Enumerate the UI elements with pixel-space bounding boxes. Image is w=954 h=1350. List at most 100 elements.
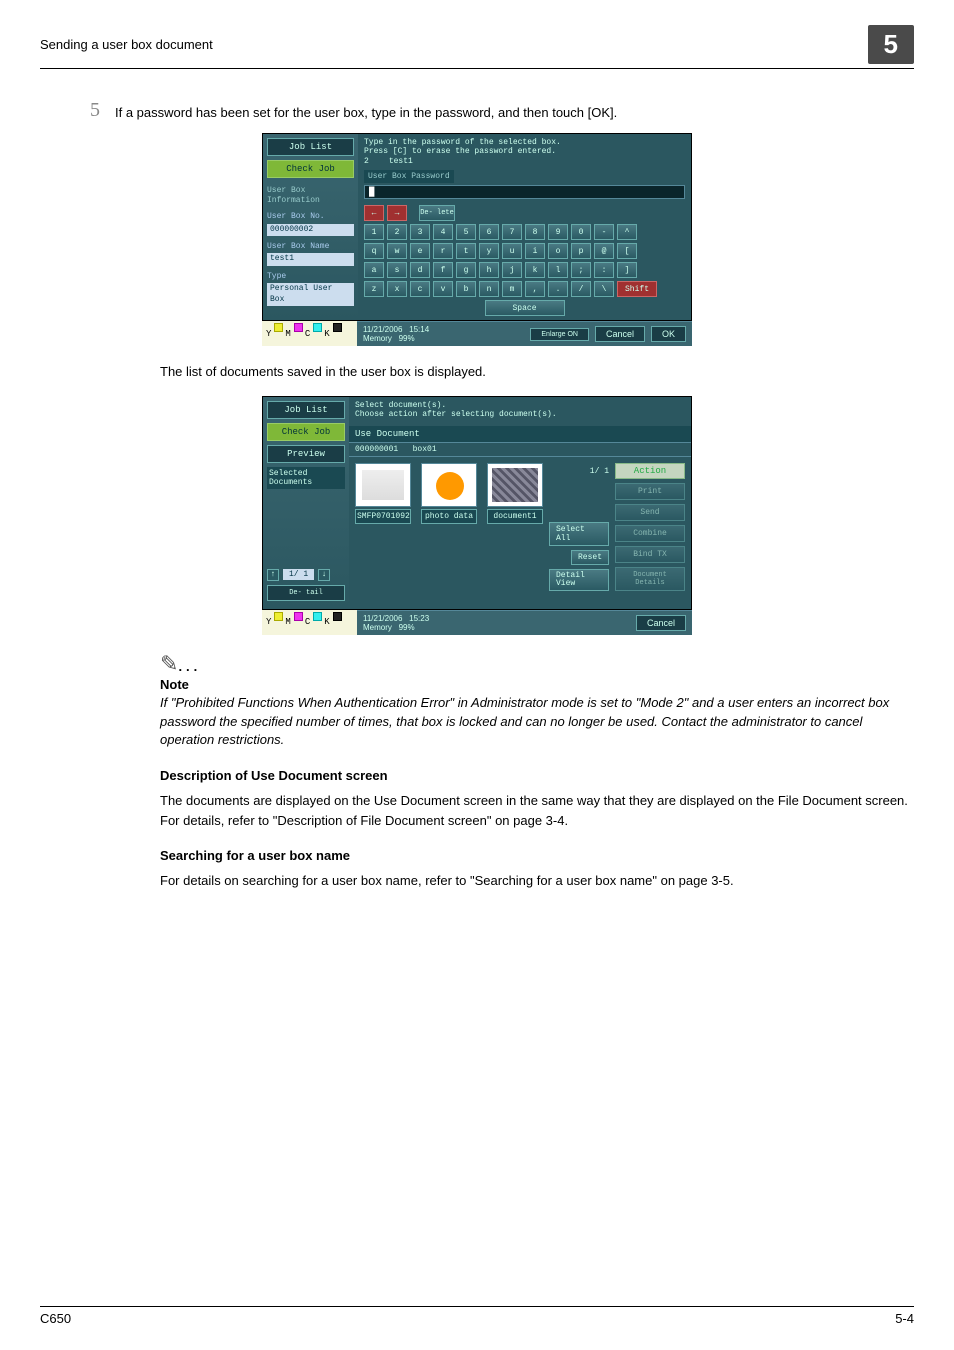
note-icon: ✎ xyxy=(160,651,178,676)
key-at[interactable]: @ xyxy=(594,243,614,259)
select-all-button[interactable]: Select All xyxy=(549,522,609,546)
prompt2-line1: Select document(s). xyxy=(355,401,685,411)
key-g[interactable]: g xyxy=(456,262,476,278)
key-z[interactable]: z xyxy=(364,281,384,297)
screenshot-use-document: Job List Check Job Preview Selected Docu… xyxy=(262,396,692,635)
arrow-left-key[interactable]: ← xyxy=(364,205,384,221)
key-9[interactable]: 9 xyxy=(548,224,568,240)
left-page-indicator: 1/ 1 xyxy=(283,569,314,580)
send-button[interactable]: Send xyxy=(615,504,685,521)
user-box-name-value: test1 xyxy=(267,253,354,265)
key-j[interactable]: j xyxy=(502,262,522,278)
key-e[interactable]: e xyxy=(410,243,430,259)
key-x[interactable]: x xyxy=(387,281,407,297)
key-p[interactable]: p xyxy=(571,243,591,259)
prompt-line1: Type in the password of the selected box… xyxy=(364,138,685,148)
key-u[interactable]: u xyxy=(502,243,522,259)
page-footer: C650 5-4 xyxy=(40,1306,914,1326)
chapter-number: 5 xyxy=(868,25,914,64)
key-y[interactable]: y xyxy=(479,243,499,259)
combine-button[interactable]: Combine xyxy=(615,525,685,542)
cancel-button-2[interactable]: Cancel xyxy=(636,615,686,631)
user-box-no-label: User Box No. xyxy=(267,212,354,222)
key-f[interactable]: f xyxy=(433,262,453,278)
key-a[interactable]: a xyxy=(364,262,384,278)
bind-tx-button[interactable]: Bind TX xyxy=(615,546,685,563)
key-b[interactable]: b xyxy=(456,281,476,297)
key-dash[interactable]: - xyxy=(594,224,614,240)
key-slash[interactable]: / xyxy=(571,281,591,297)
key-w[interactable]: w xyxy=(387,243,407,259)
check-job-button[interactable]: Check Job xyxy=(267,160,354,178)
key-k[interactable]: k xyxy=(525,262,545,278)
page-down-icon[interactable]: ↓ xyxy=(318,569,330,581)
thumbnail-3-image xyxy=(487,463,543,507)
key-h[interactable]: h xyxy=(479,262,499,278)
key-semi[interactable]: ; xyxy=(571,262,591,278)
screenshot-password-entry: Job List Check Job User Box Information … xyxy=(262,133,692,347)
type-value: Personal User Box xyxy=(267,283,354,306)
kb-row-2: q w e r t y u i o p @ [ xyxy=(364,243,685,259)
key-lbracket[interactable]: [ xyxy=(617,243,637,259)
key-r[interactable]: r xyxy=(433,243,453,259)
user-box-no-value: 000000002 xyxy=(267,224,354,236)
cancel-button-1[interactable]: Cancel xyxy=(595,326,645,342)
note-text: If "Prohibited Functions When Authentica… xyxy=(160,694,914,751)
header-title: Sending a user box document xyxy=(40,37,213,52)
key-l[interactable]: l xyxy=(548,262,568,278)
key-q[interactable]: q xyxy=(364,243,384,259)
key-8[interactable]: 8 xyxy=(525,224,545,240)
key-m[interactable]: m xyxy=(502,281,522,297)
password-field-label: User Box Password xyxy=(364,170,454,183)
thumbnail-3[interactable]: document1 xyxy=(487,463,543,595)
key-v[interactable]: v xyxy=(433,281,453,297)
thumbnail-2[interactable]: photo data xyxy=(421,463,477,595)
use-document-tab[interactable]: Use Document xyxy=(349,426,691,443)
prompt2-line2: Choose action after selecting document(s… xyxy=(355,410,685,420)
key-colon[interactable]: : xyxy=(594,262,614,278)
delete-key[interactable]: De- lete xyxy=(419,205,455,221)
space-key[interactable]: Space xyxy=(485,300,565,316)
detail-view-button[interactable]: Detail View xyxy=(549,569,609,591)
reset-button[interactable]: Reset xyxy=(571,550,609,565)
document-details-button[interactable]: Document Details xyxy=(615,567,685,591)
ok-button[interactable]: OK xyxy=(651,326,686,342)
key-1[interactable]: 1 xyxy=(364,224,384,240)
key-backslash[interactable]: \ xyxy=(594,281,614,297)
job-list-button[interactable]: Job List xyxy=(267,138,354,156)
key-4[interactable]: 4 xyxy=(433,224,453,240)
key-3[interactable]: 3 xyxy=(410,224,430,240)
thumbnail-1-image xyxy=(355,463,411,507)
key-2[interactable]: 2 xyxy=(387,224,407,240)
shift-key[interactable]: Shift xyxy=(617,281,657,297)
page-up-icon[interactable]: ↑ xyxy=(267,569,279,581)
key-d[interactable]: d xyxy=(410,262,430,278)
toner-c: C xyxy=(305,323,310,344)
key-rbracket[interactable]: ] xyxy=(617,262,637,278)
enlarge-button[interactable]: Enlarge ON xyxy=(530,328,589,341)
arrow-right-key[interactable]: → xyxy=(387,205,407,221)
preview-button[interactable]: Preview xyxy=(267,445,345,463)
toner-m: M xyxy=(285,323,290,344)
detail-button-left[interactable]: De- tail xyxy=(267,585,345,601)
thumbnail-1[interactable]: SMFP0701092 xyxy=(355,463,411,595)
key-6[interactable]: 6 xyxy=(479,224,499,240)
password-input[interactable]: █ xyxy=(364,185,685,199)
key-n[interactable]: n xyxy=(479,281,499,297)
key-caret[interactable]: ^ xyxy=(617,224,637,240)
key-0[interactable]: 0 xyxy=(571,224,591,240)
key-t[interactable]: t xyxy=(456,243,476,259)
key-s[interactable]: s xyxy=(387,262,407,278)
key-5[interactable]: 5 xyxy=(456,224,476,240)
key-7[interactable]: 7 xyxy=(502,224,522,240)
check-job-button-2[interactable]: Check Job xyxy=(267,423,345,441)
key-period[interactable]: . xyxy=(548,281,568,297)
key-c[interactable]: c xyxy=(410,281,430,297)
print-button[interactable]: Print xyxy=(615,483,685,500)
search-text: For details on searching for a user box … xyxy=(160,871,914,891)
step-5: 5 If a password has been set for the use… xyxy=(40,99,914,123)
key-o[interactable]: o xyxy=(548,243,568,259)
key-comma[interactable]: , xyxy=(525,281,545,297)
job-list-button-2[interactable]: Job List xyxy=(267,401,345,419)
key-i[interactable]: i xyxy=(525,243,545,259)
